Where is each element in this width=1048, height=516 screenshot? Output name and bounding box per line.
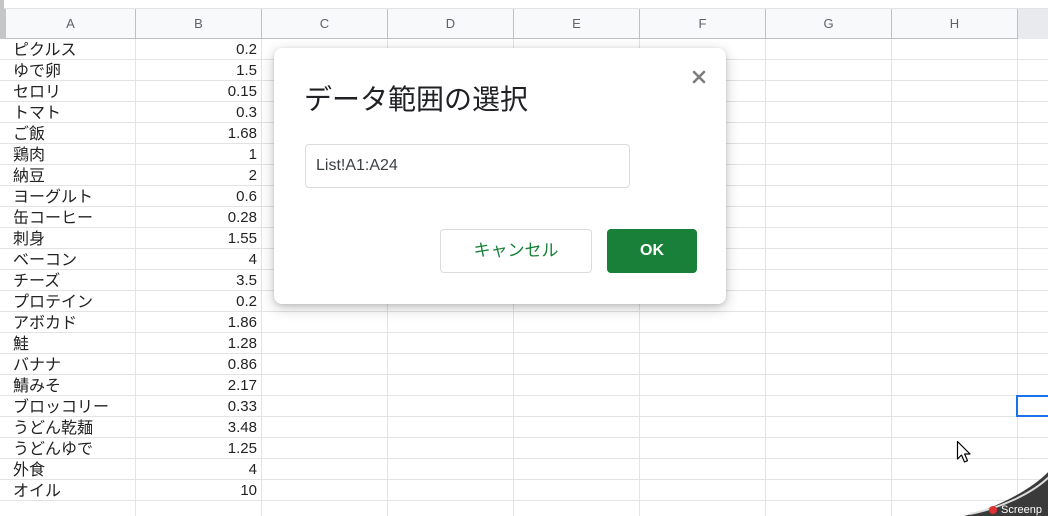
ok-button[interactable]: OK [607,229,697,273]
cell-item-name[interactable]: プロテイン [13,291,93,312]
cell-item-name[interactable]: ご飯 [13,123,45,144]
cell-item-value[interactable]: 0.28 [136,207,257,228]
cell-item-name[interactable]: うどんゆで [13,438,93,459]
cell-item-name[interactable]: 納豆 [13,165,45,186]
cell-item-name[interactable]: セロリ [13,81,61,102]
cell-item-name[interactable]: トマト [13,102,61,123]
cell-item-value[interactable]: 1.28 [136,333,257,354]
column-header-row: A B C D E F G H [0,9,1048,39]
data-range-dialog: データ範囲の選択 List!A1:A24 キャンセル OK [274,48,726,304]
cell-item-value[interactable]: 0.86 [136,354,257,375]
cell-item-name[interactable]: 鮭 [13,333,29,354]
column-header-e[interactable]: E [514,9,640,39]
column-header-b[interactable]: B [136,9,262,39]
column-header-overflow[interactable] [1018,9,1048,39]
cell-item-name[interactable]: ピクルス [13,39,77,60]
cell-item-value[interactable]: 10 [136,480,257,501]
cell-item-value[interactable]: 1 [136,144,257,165]
cell-item-name[interactable]: 外食 [13,459,45,480]
cell-item-value[interactable]: 1.68 [136,123,257,144]
cell-item-name[interactable]: ヨーグルト [13,186,93,207]
cell-item-name[interactable]: 刺身 [13,228,45,249]
dialog-title: データ範囲の選択 [304,83,529,116]
cell-item-value[interactable]: 0.15 [136,81,257,102]
cell-item-value[interactable]: 4 [136,459,257,480]
cell-item-value[interactable]: 0.2 [136,291,257,312]
mouse-pointer-icon [956,440,971,463]
cell-item-name[interactable]: バナナ [13,354,61,375]
column-header-f[interactable]: F [640,9,766,39]
close-button[interactable] [688,66,710,88]
column-header-a[interactable]: A [6,9,136,39]
cell-item-value[interactable]: 0.33 [136,396,257,417]
cell-item-name[interactable]: チーズ [13,270,60,291]
cell-item-name[interactable]: ゆで卵 [13,60,61,81]
gridline [765,39,766,516]
cell-item-name[interactable]: 鶏肉 [13,144,45,165]
cell-item-value[interactable]: 3.5 [136,270,257,291]
gridline [261,39,262,516]
gridline [1017,39,1018,516]
cell-item-value[interactable]: 3.48 [136,417,257,438]
cell-item-value[interactable]: 1.5 [136,60,257,81]
column-header-h[interactable]: H [892,9,1018,39]
cell-item-name[interactable]: ブロッコリー [13,396,109,417]
gridline [891,39,892,516]
column-header-c[interactable]: C [262,9,388,39]
close-icon [692,70,706,84]
cell-item-value[interactable]: 2 [136,165,257,186]
column-header-g[interactable]: G [766,9,892,39]
screenshot-tool-label: Screenp [1001,504,1042,516]
cell-item-name[interactable]: アボカド [13,312,77,333]
cell-item-value[interactable]: 0.2 [136,39,257,60]
cell-item-value[interactable]: 0.3 [136,102,257,123]
toolbar-edge [0,0,1048,9]
cell-item-value[interactable]: 0.6 [136,186,257,207]
cell-item-name[interactable]: オイル [13,480,61,501]
cell-item-name[interactable]: うどん乾麺 [13,417,93,438]
cell-item-name[interactable]: 缶コーヒー [13,207,93,228]
cell-item-value[interactable]: 1.55 [136,228,257,249]
cell-item-value[interactable]: 2.17 [136,375,257,396]
cancel-button[interactable]: キャンセル [440,229,592,273]
active-cell-selection[interactable] [1016,395,1048,417]
range-input[interactable]: List!A1:A24 [305,144,630,188]
column-header-d[interactable]: D [388,9,514,39]
resize-handle[interactable] [0,0,4,9]
cell-item-name[interactable]: 鯖みそ [13,375,61,396]
cell-item-value[interactable]: 4 [136,249,257,270]
cell-item-value[interactable]: 1.25 [136,438,257,459]
cell-item-name[interactable]: ベーコン [13,249,77,270]
cell-item-value[interactable]: 1.86 [136,312,257,333]
